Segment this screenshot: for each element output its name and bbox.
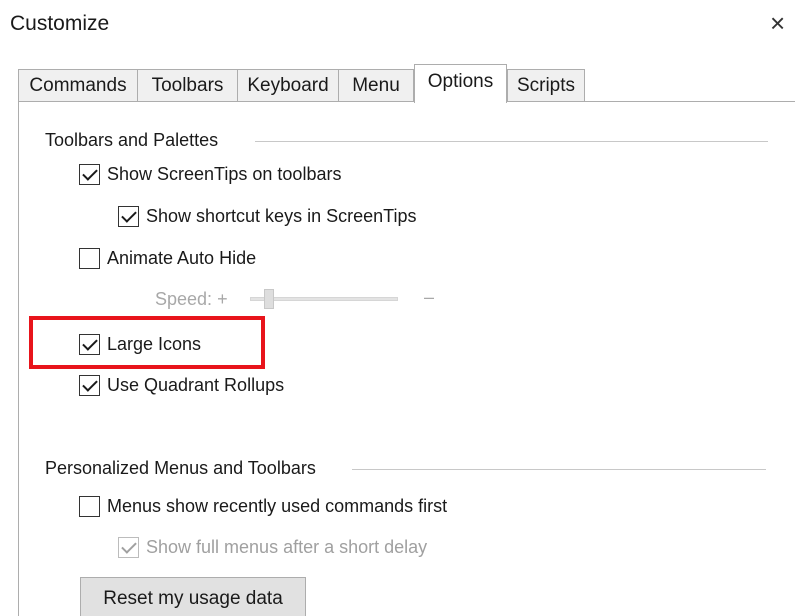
group-divider <box>352 469 766 470</box>
tab-commands[interactable]: Commands <box>18 69 138 102</box>
checkbox-box[interactable] <box>118 206 139 227</box>
group-heading-toolbars-palettes: Toolbars and Palettes <box>45 130 219 150</box>
full-menus-delay-checkbox: Show full menus after a short delay <box>118 537 427 558</box>
checkbox-box[interactable] <box>79 248 100 269</box>
speed-label: Speed: + <box>155 289 228 309</box>
checkbox-box[interactable] <box>79 496 100 517</box>
tab-strip: Commands Toolbars Keyboard Menu Options … <box>18 64 795 103</box>
group-heading-personalized-menus: Personalized Menus and Toolbars <box>45 458 316 478</box>
recent-commands-first-label: Menus show recently used commands first <box>107 496 448 516</box>
tab-keyboard[interactable]: Keyboard <box>237 69 339 102</box>
checkbox-box <box>118 537 139 558</box>
speed-minus-label: – <box>424 287 435 307</box>
checkbox-box[interactable] <box>79 375 100 396</box>
animate-auto-hide-label: Animate Auto Hide <box>107 248 257 268</box>
tab-scripts[interactable]: Scripts <box>507 69 585 102</box>
window-title: Customize <box>10 12 110 35</box>
animate-auto-hide-checkbox[interactable]: Animate Auto Hide <box>79 248 256 269</box>
large-icons-label: Large Icons <box>107 334 202 354</box>
tab-options[interactable]: Options <box>414 64 507 103</box>
full-menus-delay-label: Show full menus after a short delay <box>146 537 428 557</box>
large-icons-checkbox[interactable]: Large Icons <box>79 334 201 355</box>
close-icon[interactable]: × <box>770 10 785 36</box>
checkbox-box[interactable] <box>79 334 100 355</box>
recent-commands-first-checkbox[interactable]: Menus show recently used commands first <box>79 496 447 517</box>
speed-slider-thumb[interactable] <box>264 289 274 309</box>
show-shortcut-keys-label: Show shortcut keys in ScreenTips <box>146 206 417 226</box>
tab-toolbars[interactable]: Toolbars <box>137 69 238 102</box>
tab-menu[interactable]: Menu <box>338 69 414 102</box>
show-screentips-label: Show ScreenTips on toolbars <box>107 164 342 184</box>
show-shortcut-keys-checkbox[interactable]: Show shortcut keys in ScreenTips <box>118 206 416 227</box>
checkbox-box[interactable] <box>79 164 100 185</box>
quadrant-rollups-checkbox[interactable]: Use Quadrant Rollups <box>79 375 284 396</box>
quadrant-rollups-label: Use Quadrant Rollups <box>107 375 285 395</box>
show-screentips-checkbox[interactable]: Show ScreenTips on toolbars <box>79 164 341 185</box>
group-divider <box>255 141 768 142</box>
reset-usage-data-button[interactable]: Reset my usage data <box>80 577 306 616</box>
